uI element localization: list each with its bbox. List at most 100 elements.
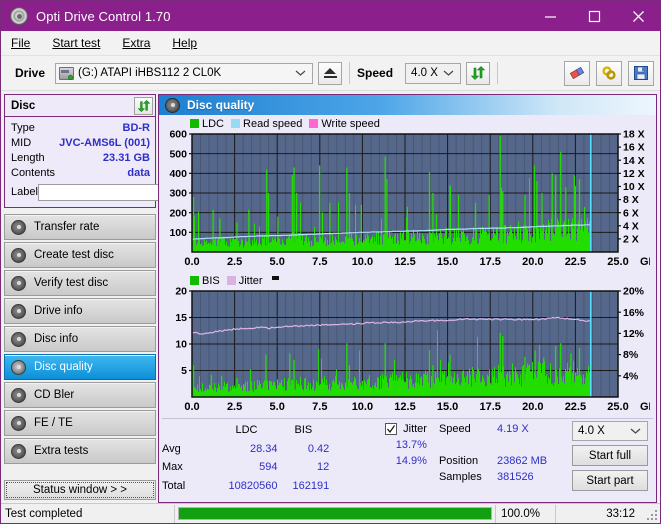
sidebar-item-label: Disc quality xyxy=(34,361,93,373)
test-speed-select[interactable]: 4.0 X xyxy=(572,421,648,441)
progress-bar xyxy=(178,507,492,520)
start-part-button[interactable]: Start part xyxy=(572,470,648,491)
maximize-button[interactable] xyxy=(572,1,616,31)
svg-text:7.5: 7.5 xyxy=(312,401,327,413)
disc-label-label: Label xyxy=(11,186,38,198)
disc-info-box: Disc Type BD-R MID JVC-AMS6L (001) Lengt… xyxy=(4,94,206,208)
disc-icon xyxy=(11,387,26,403)
refresh-icon xyxy=(137,99,150,112)
disc-icon xyxy=(11,275,26,291)
svg-text:5: 5 xyxy=(181,365,187,377)
toolbar: Drive (G:) ATAPI iHBS112 2 CL0K Speed 4.… xyxy=(1,56,660,91)
progress-cell xyxy=(174,504,495,523)
svg-text:20.0: 20.0 xyxy=(522,401,543,413)
drive-select[interactable]: (G:) ATAPI iHBS112 2 CL0K xyxy=(55,62,314,84)
svg-text:2.5: 2.5 xyxy=(227,256,242,268)
erase-button[interactable] xyxy=(564,60,590,86)
disc-box-header: Disc xyxy=(5,95,155,117)
refresh-icon xyxy=(470,66,486,80)
legend-marker-square xyxy=(271,276,279,280)
position-stat-label: Position xyxy=(438,455,479,467)
svg-text:10.0: 10.0 xyxy=(352,401,373,413)
disc-icon xyxy=(165,97,180,113)
disc-contents-label: Contents xyxy=(11,166,56,179)
bitsetting-icon xyxy=(602,66,616,80)
svg-text:20%: 20% xyxy=(623,287,645,298)
speed-stat-label: Speed xyxy=(438,423,471,435)
svg-text:20.0: 20.0 xyxy=(522,256,543,268)
svg-text:GB: GB xyxy=(640,401,650,413)
legend-label-read-speed: Read speed xyxy=(243,117,303,130)
menu-start-test[interactable]: Start test xyxy=(52,36,100,50)
disc-refresh-button[interactable] xyxy=(134,96,153,115)
disc-mid-label: MID xyxy=(11,136,32,149)
sidebar-item-extra-tests[interactable]: Extra tests xyxy=(4,438,156,464)
speed-select[interactable]: 4.0 X xyxy=(405,62,462,84)
sidebar-item-disc-quality[interactable]: Disc quality xyxy=(4,354,156,380)
title-bar: Opti Drive Control 1.70 xyxy=(1,1,660,31)
drive-select-value: (G:) ATAPI iHBS112 2 CL0K xyxy=(78,67,222,79)
table-row: Avg 28.34 0.42 xyxy=(162,440,329,459)
bitsetting-button[interactable] xyxy=(596,60,622,86)
jitter-checkbox[interactable] xyxy=(385,423,398,435)
action-column: 4.0 X Start full Start part xyxy=(572,421,648,495)
sidebar-item-verify-test-disc[interactable]: Verify test disc xyxy=(4,270,156,296)
disc-mid-value: JVC-AMS6L (001) xyxy=(59,136,150,149)
menu-help-label: Help xyxy=(172,36,198,50)
sidebar-item-transfer-rate[interactable]: Transfer rate xyxy=(4,214,156,240)
svg-text:100: 100 xyxy=(169,227,187,239)
status-window-button[interactable]: Status window > > xyxy=(4,480,156,500)
legend-item-write-speed: Write speed xyxy=(309,118,380,130)
table-row: Max 594 12 xyxy=(162,458,329,477)
save-icon xyxy=(634,66,648,80)
disc-icon xyxy=(11,331,26,347)
speed-select-value: 4.0 X xyxy=(411,67,438,79)
save-button[interactable] xyxy=(628,60,654,86)
svg-text:600: 600 xyxy=(169,130,187,141)
menu-extra[interactable]: Extra xyxy=(122,36,150,50)
svg-text:300: 300 xyxy=(169,188,187,200)
svg-text:25.0: 25.0 xyxy=(607,401,628,413)
sidebar-item-label: Disc info xyxy=(34,333,79,345)
resize-grip[interactable] xyxy=(645,508,657,520)
status-message: Test completed xyxy=(5,507,83,520)
sidebar-item-label: Verify test disc xyxy=(34,277,109,289)
disc-type-label: Type xyxy=(11,121,35,134)
sidebar-item-fe-te[interactable]: FE / TE xyxy=(4,410,156,436)
ldc-legend: LDC Read speed Write speed xyxy=(162,117,652,130)
sidebar-item-disc-info[interactable]: Disc info xyxy=(4,326,156,352)
legend-swatch-jitter xyxy=(226,276,236,285)
toolbar-divider-2 xyxy=(497,62,499,84)
menu-help[interactable]: Help xyxy=(172,36,197,50)
sidebar-item-drive-info[interactable]: Drive info xyxy=(4,298,156,324)
eject-button[interactable] xyxy=(318,61,343,85)
svg-text:15: 15 xyxy=(175,312,187,324)
refresh-button[interactable] xyxy=(466,61,491,85)
close-button[interactable] xyxy=(616,1,660,31)
disc-properties: Type BD-R MID JVC-AMS6L (001) Length 23.… xyxy=(5,117,206,207)
sidebar-item-create-test-disc[interactable]: Create test disc xyxy=(4,242,156,268)
jitter-avg-value: 13.7% xyxy=(395,439,427,451)
jitter-label: Jitter xyxy=(403,423,427,435)
stats-avg-bis: 0.42 xyxy=(307,442,330,455)
ldc-chart: 100 200 300 400 500 600 2 X4 X6 X8 X 10 X 12 X 14… xyxy=(162,130,652,270)
stats-row-label-total: Total xyxy=(162,479,186,492)
legend-label-jitter: Jitter xyxy=(238,274,263,287)
svg-text:GB: GB xyxy=(640,256,650,268)
legend-label-write-speed: Write speed xyxy=(321,117,380,130)
svg-text:7.5: 7.5 xyxy=(312,256,327,268)
start-full-button[interactable]: Start full xyxy=(572,445,648,466)
minimize-button[interactable] xyxy=(528,1,572,31)
svg-text:10: 10 xyxy=(175,339,187,351)
left-sidebar: Disc Type BD-R MID JVC-AMS6L (001) Lengt… xyxy=(1,91,206,503)
svg-text:2 X: 2 X xyxy=(623,233,639,245)
measurement-column: Speed 4.19 X Position 23862 MB Samples 3… xyxy=(439,421,572,495)
menu-file[interactable]: File xyxy=(11,36,30,50)
legend-item-bis: BIS xyxy=(190,275,220,287)
status-bar: Test completed 100.0% 33:12 xyxy=(1,503,660,523)
disc-box-title: Disc xyxy=(11,99,36,112)
sidebar-item-cd-bler[interactable]: CD Bler xyxy=(4,382,156,408)
drive-icon xyxy=(59,66,75,80)
svg-text:22.5: 22.5 xyxy=(565,401,586,413)
